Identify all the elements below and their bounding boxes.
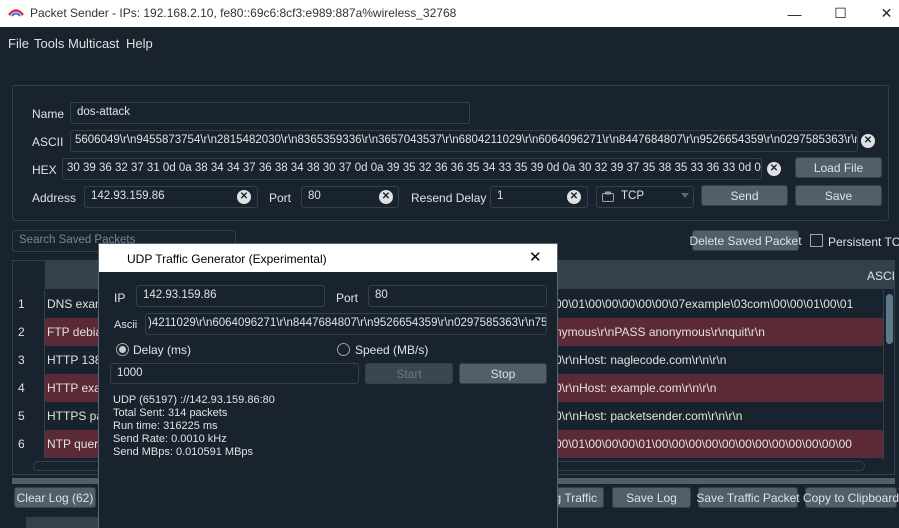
delay-label: Delay (ms) xyxy=(133,343,192,357)
close-button[interactable]: ✕ xyxy=(864,0,899,27)
dialog-port-input[interactable]: 80 xyxy=(368,285,547,307)
window-title: Packet Sender - IPs: 192.168.2.10, fe80:… xyxy=(30,6,457,20)
ascii-label: ASCII xyxy=(32,135,64,149)
start-button[interactable]: Start xyxy=(365,363,453,384)
dialog-port-label: Port xyxy=(336,291,359,305)
dialog-title-bar: UDP Traffic Generator (Experimental) ✕ xyxy=(99,244,557,272)
menu-file[interactable]: File xyxy=(8,36,29,51)
save-button[interactable]: Save xyxy=(795,185,882,206)
row-number: 2 xyxy=(13,318,45,346)
stop-button[interactable]: Stop xyxy=(459,363,547,384)
row-name: FTP debia xyxy=(47,325,103,339)
menu-help[interactable]: Help xyxy=(126,36,153,51)
copy-to-clipboard-button[interactable]: Copy to Clipboard xyxy=(803,487,899,508)
row-number: 6 xyxy=(13,430,45,458)
row-ascii: nymous\r\nPASS anonymous\r\nquit\r\n xyxy=(555,325,765,339)
load-file-button[interactable]: Load File xyxy=(795,157,882,178)
row-name: HTTPS pa xyxy=(47,409,104,423)
speed-label: Speed (MB/s) xyxy=(355,343,429,357)
minimize-button[interactable]: — xyxy=(772,0,817,27)
clear-resend-icon[interactable]: ✕ xyxy=(567,190,581,204)
menu-multicast[interactable]: Multicast xyxy=(68,36,119,51)
maximize-button[interactable]: ☐ xyxy=(818,0,863,27)
name-input[interactable]: dos-attack xyxy=(70,102,470,124)
title-bar: Packet Sender - IPs: 192.168.2.10, fe80:… xyxy=(0,0,899,27)
dialog-close-button[interactable]: ✕ xyxy=(529,248,542,266)
stats-run-time: Run time: 316225 ms xyxy=(113,420,218,432)
row-name: DNS exan xyxy=(47,297,102,311)
menu-tools[interactable]: Tools xyxy=(34,36,64,51)
delay-input[interactable]: 1000 xyxy=(110,363,359,384)
vertical-scroll-thumb[interactable] xyxy=(886,294,893,344)
menu-bar: File Tools Multicast Help xyxy=(0,28,899,58)
udp-traffic-generator-dialog: UDP Traffic Generator (Experimental) ✕ I… xyxy=(98,243,558,528)
protocol-icon xyxy=(602,191,614,202)
save-traffic-packet-button[interactable]: Save Traffic Packet xyxy=(696,487,800,508)
protocol-value: TCP xyxy=(621,190,644,202)
dialog-title: UDP Traffic Generator (Experimental) xyxy=(127,252,327,266)
delete-saved-packet-button[interactable]: Delete Saved Packet xyxy=(689,230,802,251)
clear-port-icon[interactable]: ✕ xyxy=(379,190,393,204)
ascii-input[interactable]: 5606049\r\n9455873754\r\n2815482030\r\n8… xyxy=(70,130,858,152)
row-name: HTTP 138 xyxy=(47,353,102,367)
row-number: 3 xyxy=(13,346,45,374)
persistent-tcp-checkbox[interactable] xyxy=(810,234,823,247)
address-label: Address xyxy=(32,191,77,205)
hex-label: HEX xyxy=(32,163,57,177)
stats-connection: UDP (65197) ://142.93.159.86:80 xyxy=(113,394,275,406)
row-ascii: 00\01\00\00\00\00\00\07example\03com\00\… xyxy=(555,297,854,311)
clear-log-button[interactable]: Clear Log (62) xyxy=(14,487,96,508)
row-name: HTTP exa xyxy=(47,381,101,395)
chevron-down-icon xyxy=(681,193,689,198)
resend-delay-label: Resend Delay xyxy=(411,191,487,205)
row-ascii: 0\r\nHost: example.com\r\n\r\n xyxy=(555,381,717,395)
header-corner xyxy=(13,261,45,289)
address-input[interactable]: 142.93.159.86 xyxy=(84,186,258,208)
stats-total-sent: Total Sent: 314 packets xyxy=(113,407,228,419)
row-number: 5 xyxy=(13,402,45,430)
row-number: 1 xyxy=(13,290,45,318)
row-ascii: 00\01\00\00\00\01\00\00\00\00\00\00\00\0… xyxy=(555,437,852,451)
save-log-button[interactable]: Save Log xyxy=(612,487,691,508)
delay-radio[interactable] xyxy=(116,343,129,356)
row-number: 4 xyxy=(13,374,45,402)
clear-hex-icon[interactable]: ✕ xyxy=(767,162,781,176)
app-logo-icon xyxy=(8,9,24,17)
dialog-ascii-label: Ascii xyxy=(114,319,138,331)
dialog-ip-input[interactable]: 142.93.159.86 xyxy=(136,285,325,307)
port-label: Port xyxy=(269,191,292,205)
clear-ascii-icon[interactable]: ✕ xyxy=(861,134,875,148)
row-ascii: 0\r\nHost: packetsender.com\r\n\r\n xyxy=(555,409,743,423)
stats-send-rate: Send Rate: 0.0010 kHz xyxy=(113,433,227,445)
dialog-ascii-input[interactable]: )4211029\r\n6064096271\r\n8447684807\r\n… xyxy=(145,313,547,335)
log-traffic-button[interactable]: g Traffic xyxy=(555,487,604,508)
ascii-column-header[interactable]: ASCI xyxy=(867,269,894,283)
send-button[interactable]: Send xyxy=(701,185,788,206)
dialog-ip-label: IP xyxy=(114,291,126,305)
vertical-scrollbar[interactable] xyxy=(883,290,894,460)
row-name: NTP quer xyxy=(47,437,99,451)
stats-block: UDP (65197) ://142.93.159.86:80 Total Se… xyxy=(113,394,275,459)
speed-radio[interactable] xyxy=(337,343,350,356)
persistent-tcp-label: Persistent TCP xyxy=(828,235,899,249)
row-ascii: 0\r\nHost: naglecode.com\r\n\r\n xyxy=(555,353,727,367)
name-label: Name xyxy=(32,107,65,121)
stats-send-mbps: Send MBps: 0.010591 MBps xyxy=(113,446,254,458)
clear-address-icon[interactable]: ✕ xyxy=(237,190,251,204)
hex-input[interactable]: 30 39 36 32 37 31 0d 0a 38 34 34 37 36 3… xyxy=(62,158,762,180)
